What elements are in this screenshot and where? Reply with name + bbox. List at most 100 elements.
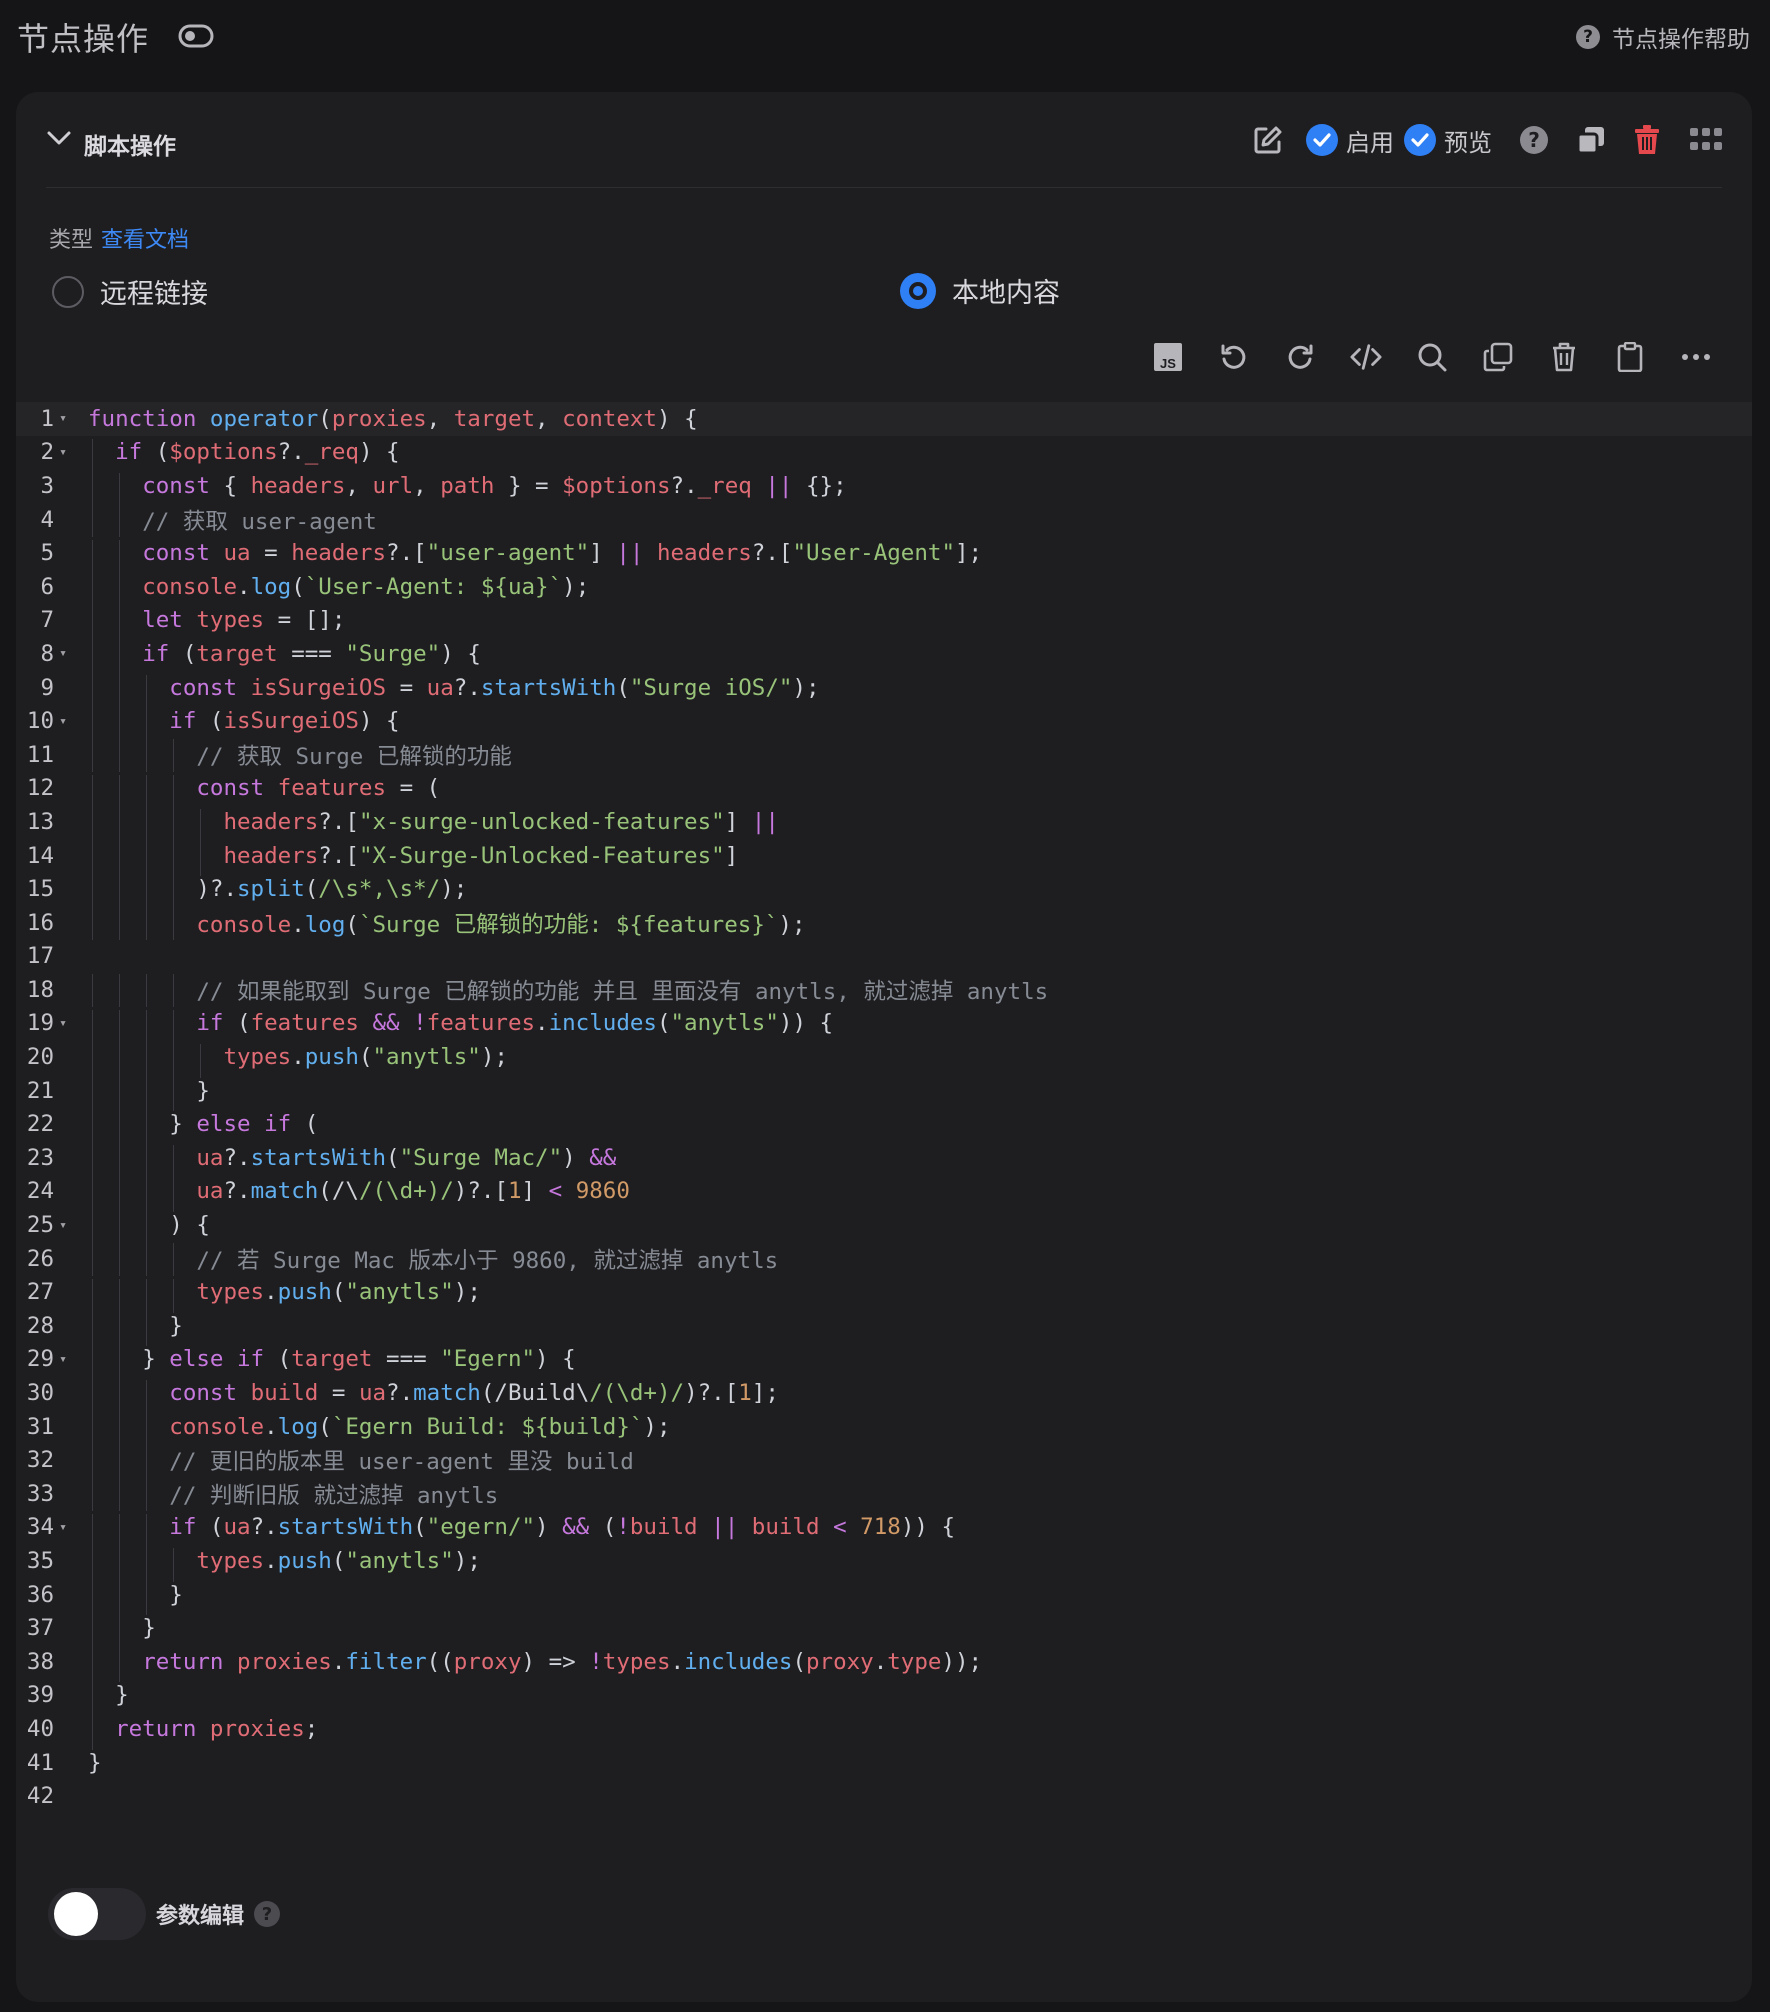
indent-guide bbox=[119, 708, 121, 742]
fold-arrow-icon[interactable]: ▾ bbox=[54, 1352, 72, 1367]
trash-icon[interactable] bbox=[1634, 125, 1660, 155]
code-line[interactable]: 2 ▾ if ($options?._req) { bbox=[16, 436, 1752, 473]
radio-remote-link[interactable]: 远程链接 bbox=[52, 272, 208, 311]
code-line[interactable]: 41} bbox=[16, 1746, 1752, 1780]
clear-icon[interactable] bbox=[1548, 341, 1580, 373]
code-line[interactable]: 6 console.log(`User-Agent: ${ua}`); bbox=[16, 570, 1752, 608]
code-line[interactable]: 13 headers?.["x-surge-unlocked-features"… bbox=[16, 805, 1752, 843]
code-text: console.log(`Surge 已解锁的功能: ${features}`)… bbox=[72, 906, 806, 941]
indent-guide bbox=[119, 1178, 121, 1213]
code-line[interactable]: 37 } bbox=[16, 1611, 1752, 1649]
js-format-icon[interactable]: JS bbox=[1152, 341, 1184, 373]
fold-arrow-icon[interactable]: ▾ bbox=[54, 1520, 72, 1535]
code-line[interactable]: 16 console.log(`Surge 已解锁的功能: ${features… bbox=[16, 906, 1752, 941]
code-line[interactable]: 38 return proxies.filter((proxy) => !typ… bbox=[16, 1645, 1752, 1683]
visibility-toggle-icon[interactable] bbox=[178, 24, 214, 48]
indent-guide bbox=[119, 540, 121, 574]
code-line[interactable]: 17 bbox=[16, 940, 1752, 974]
more-icon[interactable] bbox=[1680, 341, 1712, 373]
undo-icon[interactable] bbox=[1218, 341, 1250, 373]
preview-label[interactable]: 预览 bbox=[1444, 123, 1492, 158]
line-number: 17 bbox=[26, 943, 54, 970]
code-line[interactable]: 27 types.push("anytls"); bbox=[16, 1275, 1752, 1313]
code-line[interactable]: 9 const isSurgeiOS = ua?.startsWith("Sur… bbox=[16, 671, 1752, 709]
fold-arrow-icon[interactable]: ▾ bbox=[54, 411, 72, 426]
indent-guide bbox=[92, 1212, 93, 1246]
fold-arrow-icon[interactable]: ▾ bbox=[54, 445, 72, 460]
code-line[interactable]: 29 ▾ } else if (target === "Egern") { bbox=[16, 1343, 1752, 1381]
preview-check-icon[interactable] bbox=[1404, 124, 1436, 156]
fold-arrow-icon[interactable]: ▾ bbox=[54, 646, 72, 661]
code-line[interactable]: 31 console.log(`Egern Build: ${build}`); bbox=[16, 1410, 1752, 1448]
code-line[interactable]: 30 const build = ua?.match(/Build\/(\d+)… bbox=[16, 1376, 1752, 1414]
code-line[interactable]: 22 } else if ( bbox=[16, 1107, 1752, 1145]
code-line[interactable]: 25 ▾ ) { bbox=[16, 1208, 1752, 1246]
paste-icon[interactable] bbox=[1614, 341, 1646, 373]
enable-label[interactable]: 启用 bbox=[1346, 123, 1394, 158]
section-title[interactable]: 脚本操作 bbox=[84, 127, 176, 161]
code-line[interactable]: 4 // 获取 user-agent bbox=[16, 503, 1752, 538]
code-line[interactable]: 14 headers?.["X-Surge-Unlocked-Features"… bbox=[16, 839, 1752, 877]
indent-guide bbox=[146, 1547, 148, 1582]
drag-handle-icon[interactable] bbox=[1690, 128, 1722, 152]
line-number: 18 bbox=[26, 976, 54, 1003]
indent-guide bbox=[146, 1212, 148, 1246]
chevron-down-icon[interactable] bbox=[46, 128, 72, 148]
fold-arrow-icon[interactable]: ▾ bbox=[54, 714, 72, 729]
code-editor[interactable]: 1 ▾ function operator(proxies, target, con… bbox=[16, 402, 1752, 1813]
code-text: headers?.["x-surge-unlocked-features"] |… bbox=[72, 808, 779, 843]
line-number: 31 bbox=[26, 1413, 54, 1440]
line-number: 11 bbox=[26, 741, 54, 768]
radio-checked-icon[interactable] bbox=[900, 272, 936, 309]
redo-icon[interactable] bbox=[1284, 341, 1316, 373]
help-icon: ? bbox=[1576, 25, 1600, 49]
code-line[interactable]: 7 let types = []; bbox=[16, 604, 1752, 641]
code-line[interactable]: 18 // 如果能取到 Surge 已解锁的功能 并且 里面没有 anytls,… bbox=[16, 973, 1752, 1008]
code-line[interactable]: 11 // 获取 Surge 已解锁的功能 bbox=[16, 738, 1752, 773]
code-line[interactable]: 40 return proxies; bbox=[16, 1712, 1752, 1750]
code-line[interactable]: 32 // 更旧的版本里 user-agent 里没 build bbox=[16, 1443, 1752, 1478]
code-line[interactable]: 21 } bbox=[16, 1074, 1752, 1112]
code-line[interactable]: 33 // 判断旧版 就过滤掉 anytls bbox=[16, 1477, 1752, 1512]
code-line[interactable]: 34 ▾ if (ua?.startsWith("egern/") && (!bu… bbox=[16, 1511, 1752, 1548]
enable-check-icon[interactable] bbox=[1306, 124, 1338, 156]
code-icon[interactable] bbox=[1350, 341, 1382, 373]
code-line[interactable]: 3 const { headers, url, path } = $option… bbox=[16, 469, 1752, 507]
code-line[interactable]: 26 // 若 Surge Mac 版本小于 9860, 就过滤掉 anytls bbox=[16, 1242, 1752, 1277]
indent-guide bbox=[119, 1413, 121, 1448]
code-text: } else if (target === "Egern") { bbox=[72, 1346, 576, 1381]
code-line[interactable]: 19 ▾ if (features && !features.includes("… bbox=[16, 1007, 1752, 1045]
code-line[interactable]: 8 ▾ if (target === "Surge") { bbox=[16, 637, 1752, 675]
code-text: const isSurgeiOS = ua?.startsWith("Surge… bbox=[72, 674, 820, 709]
view-docs-link[interactable]: 查看文档 bbox=[101, 228, 189, 253]
code-line[interactable]: 10 ▾ if (isSurgeiOS) { bbox=[16, 704, 1752, 742]
code-line[interactable]: 24 ua?.match(/\/(\d+)/)?.[1] < 9860 bbox=[16, 1175, 1752, 1213]
code-line[interactable]: 36 } bbox=[16, 1578, 1752, 1616]
indent-guide bbox=[173, 906, 175, 941]
question-icon[interactable]: ? bbox=[1520, 126, 1548, 154]
line-number: 22 bbox=[26, 1111, 54, 1138]
search-icon[interactable] bbox=[1416, 341, 1448, 373]
code-line[interactable]: 15 )?.split(/\s*,\s*/); bbox=[16, 872, 1752, 910]
fold-arrow-icon[interactable]: ▾ bbox=[54, 1016, 72, 1031]
indent-guide bbox=[173, 1010, 175, 1045]
params-toggle-switch[interactable] bbox=[48, 1888, 146, 1940]
code-line[interactable]: 35 types.push("anytls"); bbox=[16, 1544, 1752, 1582]
code-line[interactable]: 20 types.push("anytls"); bbox=[16, 1040, 1752, 1078]
copy-icon[interactable] bbox=[1576, 125, 1606, 155]
code-line[interactable]: 12 const features = ( bbox=[16, 772, 1752, 809]
code-line[interactable]: 28 } bbox=[16, 1309, 1752, 1347]
copy-code-icon[interactable] bbox=[1482, 341, 1514, 373]
radio-local-content[interactable]: 本地内容 bbox=[900, 271, 1060, 310]
code-line[interactable]: 1 ▾ function operator(proxies, target, con… bbox=[16, 402, 1752, 436]
fold-arrow-icon[interactable]: ▾ bbox=[54, 1218, 72, 1233]
code-line[interactable]: 23 ua?.startsWith("Surge Mac/") && bbox=[16, 1141, 1752, 1179]
params-help-icon[interactable]: ? bbox=[254, 1901, 281, 1927]
code-line[interactable]: 42 bbox=[16, 1779, 1752, 1813]
code-text: if (features && !features.includes("anyt… bbox=[72, 1010, 833, 1045]
radio-unchecked-icon[interactable] bbox=[52, 275, 84, 308]
edit-icon[interactable] bbox=[1252, 124, 1284, 156]
node-help-link[interactable]: ? 节点操作帮助 bbox=[1576, 20, 1750, 54]
code-line[interactable]: 5 const ua = headers?.["user-agent"] || … bbox=[16, 536, 1752, 574]
code-line[interactable]: 39 } bbox=[16, 1679, 1752, 1716]
